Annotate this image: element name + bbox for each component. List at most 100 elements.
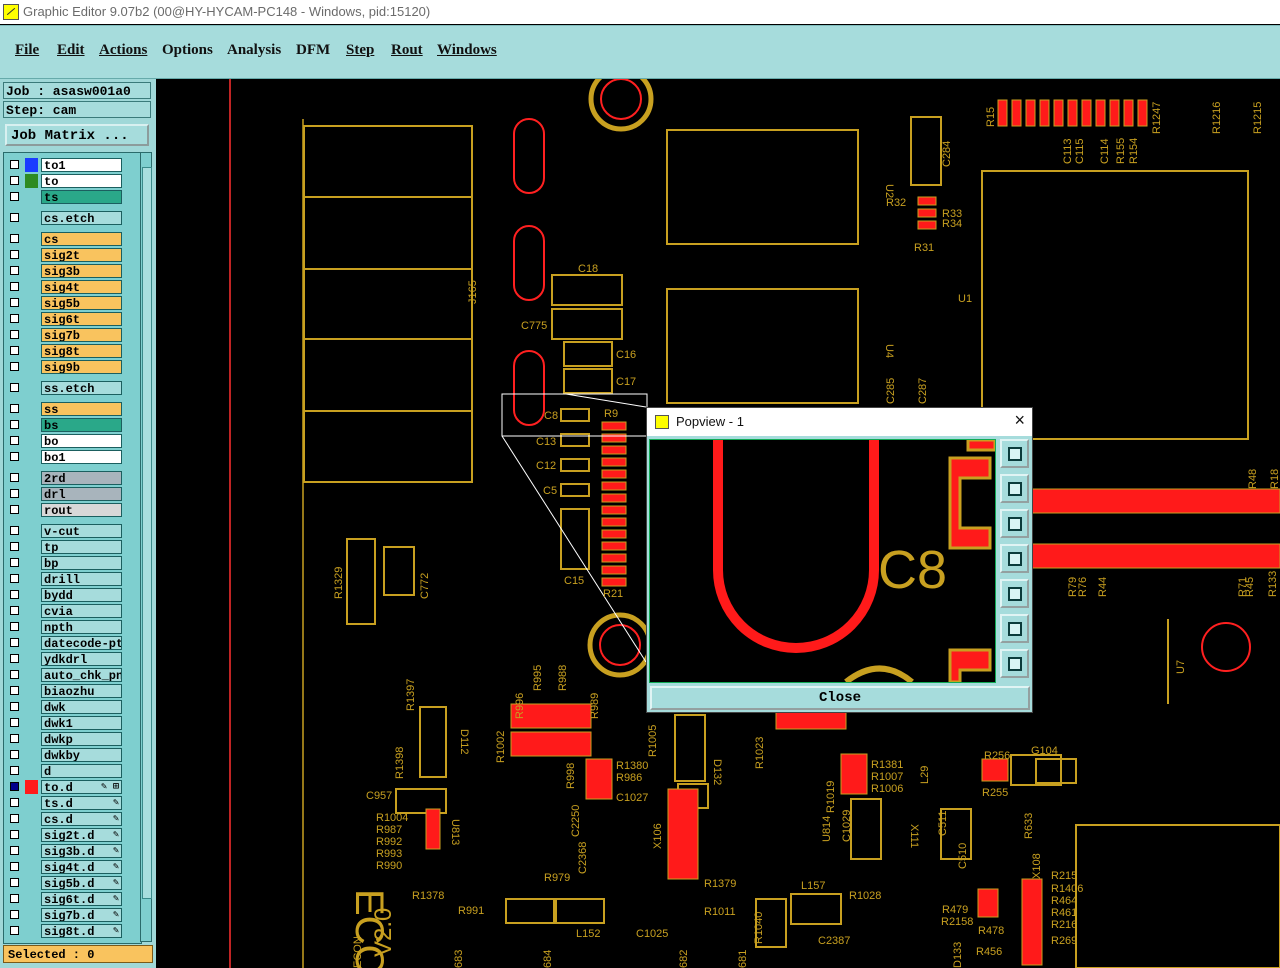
layer-row[interactable]: sig7b.d ✎	[4, 907, 141, 923]
layer-name[interactable]: sig8t.d ✎	[41, 924, 122, 938]
layer-checkbox[interactable]	[10, 473, 19, 482]
menu-options[interactable]: Options	[162, 42, 213, 59]
layer-row[interactable]: ts	[4, 189, 141, 205]
layer-row[interactable]: dwkp	[4, 731, 141, 747]
layer-name[interactable]: drill	[41, 572, 122, 586]
layer-row[interactable]: sig5b.d ✎	[4, 875, 141, 891]
layer-row[interactable]: cs.d ✎	[4, 811, 141, 827]
layer-checkbox[interactable]	[10, 574, 19, 583]
layer-checkbox[interactable]	[10, 622, 19, 631]
layer-checkbox[interactable]	[10, 250, 19, 259]
layer-row[interactable]: sig7b	[4, 327, 141, 343]
layer-row[interactable]: cs	[4, 231, 141, 247]
pan-right-icon[interactable]	[1000, 579, 1029, 608]
job-matrix-button[interactable]: Job Matrix ...	[5, 124, 149, 146]
popview-zoom-view[interactable]: C8	[649, 439, 996, 683]
layer-row[interactable]: d	[4, 763, 141, 779]
layer-name[interactable]: bo1	[41, 450, 122, 464]
layer-checkbox[interactable]	[10, 590, 19, 599]
layer-name[interactable]: cs.d ✎	[41, 812, 122, 826]
menu-step[interactable]: Step	[346, 42, 374, 59]
zoom-in-icon[interactable]	[1000, 649, 1029, 678]
layer-checkbox[interactable]	[10, 526, 19, 535]
layer-name[interactable]: bs	[41, 418, 122, 432]
layer-checkbox[interactable]	[10, 362, 19, 371]
layer-checkbox[interactable]	[10, 346, 19, 355]
layer-row[interactable]: bo	[4, 433, 141, 449]
layer-checkbox[interactable]	[10, 910, 19, 919]
layer-row[interactable]: dwk	[4, 699, 141, 715]
layer-checkbox[interactable]	[10, 298, 19, 307]
layer-name[interactable]: sig6t	[41, 312, 122, 326]
layer-row[interactable]: ts.d ✎	[4, 795, 141, 811]
layer-row[interactable]: biaozhu	[4, 683, 141, 699]
layer-checkbox[interactable]	[10, 750, 19, 759]
layer-checkbox[interactable]	[10, 846, 19, 855]
layer-name[interactable]: sig4t.d ✎	[41, 860, 122, 874]
layer-row[interactable]: datecode-ptc	[4, 635, 141, 651]
layer-checkbox[interactable]	[10, 894, 19, 903]
layer-name[interactable]: drl	[41, 487, 122, 501]
layer-name[interactable]: datecode-ptc	[41, 636, 122, 650]
layer-checkbox[interactable]	[10, 505, 19, 514]
layer-name[interactable]: sig5b	[41, 296, 122, 310]
layer-checkbox[interactable]	[10, 160, 19, 169]
layer-name[interactable]: cvia	[41, 604, 122, 618]
layer-name[interactable]: sig4t	[41, 280, 122, 294]
layer-checkbox[interactable]	[10, 282, 19, 291]
layer-checkbox[interactable]	[10, 654, 19, 663]
layer-name[interactable]: sig5b.d ✎	[41, 876, 122, 890]
layer-row[interactable]: tp	[4, 539, 141, 555]
layer-checkbox[interactable]	[10, 213, 19, 222]
layer-name[interactable]: dwk	[41, 700, 122, 714]
layer-name[interactable]: to	[41, 174, 122, 188]
popview-close-button[interactable]: Close	[650, 686, 1030, 710]
menu-dfm[interactable]: DFM	[296, 42, 330, 59]
scrollbar-thumb[interactable]	[142, 167, 152, 899]
layer-row[interactable]: sig6t.d ✎	[4, 891, 141, 907]
layer-checkbox[interactable]	[10, 558, 19, 567]
layer-row[interactable]: sig4t.d ✎	[4, 859, 141, 875]
layer-checkbox[interactable]	[10, 702, 19, 711]
layer-checkbox[interactable]	[10, 542, 19, 551]
layer-name[interactable]: dwkby	[41, 748, 122, 762]
layer-row[interactable]: bo1	[4, 449, 141, 465]
menu-file[interactable]: File	[15, 42, 39, 59]
layer-row[interactable]: sig9b	[4, 359, 141, 375]
layer-row[interactable]: sig5b	[4, 295, 141, 311]
layer-name[interactable]: npth	[41, 620, 122, 634]
layer-name[interactable]: ss	[41, 402, 122, 416]
layer-row[interactable]: v-cut	[4, 523, 141, 539]
layer-checkbox[interactable]	[10, 686, 19, 695]
layer-checkbox[interactable]	[10, 452, 19, 461]
layer-name[interactable]: v-cut	[41, 524, 122, 538]
layer-row[interactable]: sig3b.d ✎	[4, 843, 141, 859]
layer-name[interactable]: ydkdrl	[41, 652, 122, 666]
close-icon[interactable]: ×	[1014, 410, 1025, 431]
layer-checkbox[interactable]	[10, 926, 19, 935]
layer-checkbox[interactable]	[10, 830, 19, 839]
layer-name[interactable]: sig7b.d ✎	[41, 908, 122, 922]
layer-name[interactable]: d	[41, 764, 122, 778]
layer-checkbox[interactable]	[10, 404, 19, 413]
layer-row[interactable]: to.d ✎ ⊞	[4, 779, 141, 795]
layer-checkbox[interactable]	[10, 638, 19, 647]
layer-checkbox[interactable]	[10, 192, 19, 201]
layer-name[interactable]: bydd	[41, 588, 122, 602]
layer-row[interactable]: sig3b	[4, 263, 141, 279]
layer-row[interactable]: ss.etch	[4, 380, 141, 396]
layer-row[interactable]: sig8t	[4, 343, 141, 359]
layer-row[interactable]: drl	[4, 486, 141, 502]
layer-row[interactable]: sig8t.d ✎	[4, 923, 141, 939]
layer-name[interactable]: cs	[41, 232, 122, 246]
layer-row[interactable]: dwk1	[4, 715, 141, 731]
layer-checkbox[interactable]	[10, 266, 19, 275]
layer-row[interactable]: dwkby	[4, 747, 141, 763]
layer-name[interactable]: sig8t	[41, 344, 122, 358]
layer-row[interactable]: rout	[4, 502, 141, 518]
layer-checkbox[interactable]	[10, 878, 19, 887]
zoom-home-icon[interactable]	[1000, 439, 1029, 468]
layer-name[interactable]: dwk1	[41, 716, 122, 730]
layer-name[interactable]: sig3b	[41, 264, 122, 278]
layer-name[interactable]: auto_chk_pnl	[41, 668, 122, 682]
